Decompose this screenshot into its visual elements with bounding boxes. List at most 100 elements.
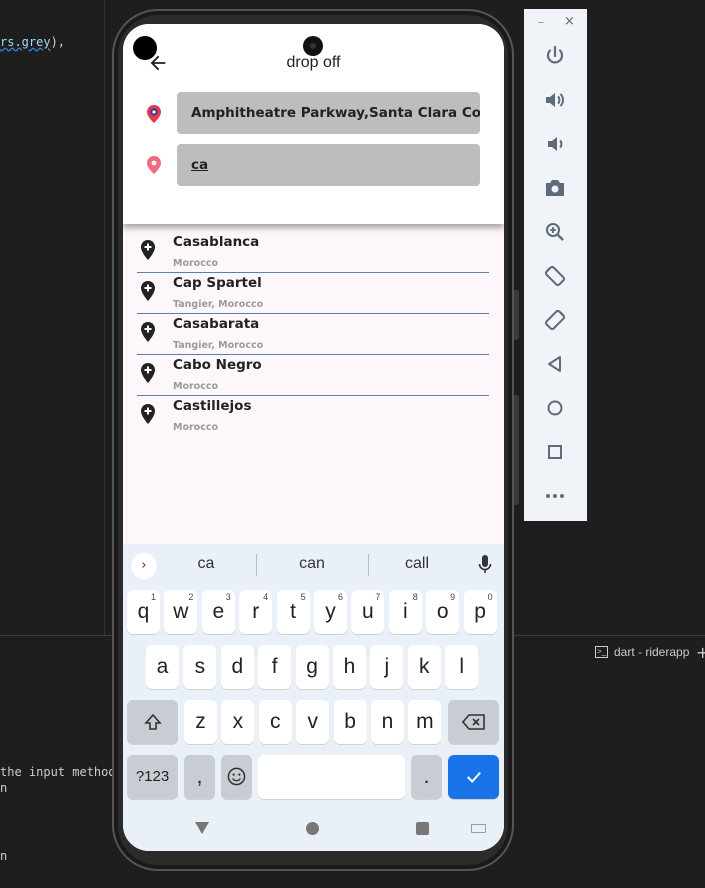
keyboard-switch-icon[interactable] <box>471 824 486 833</box>
key-c[interactable]: c <box>258 700 292 744</box>
key-label: s <box>194 655 206 678</box>
key-w[interactable]: w2 <box>164 590 198 634</box>
key-n[interactable]: n <box>371 700 404 744</box>
key-hint-number: 2 <box>188 592 194 602</box>
nav-back-icon[interactable] <box>195 822 209 834</box>
terminal-tab-label: dart - riderapp <box>614 645 690 659</box>
key-f[interactable]: f <box>258 645 292 689</box>
key-g[interactable]: g <box>295 645 329 689</box>
place-result-item[interactable]: Castillejos Morocco <box>137 396 489 436</box>
code-token: rs.grey <box>0 35 51 49</box>
power-icon[interactable] <box>543 44 567 68</box>
terminal-tab[interactable]: >_ dart - riderapp <box>595 645 689 659</box>
key-q[interactable]: q1 <box>127 590 160 634</box>
suggestion-item[interactable]: call <box>362 555 472 573</box>
backspace-key[interactable] <box>448 700 499 744</box>
terminal-line: n <box>0 849 8 863</box>
rotate-right-icon[interactable] <box>543 308 567 332</box>
volume-up-icon[interactable] <box>543 88 567 112</box>
add-location-icon <box>141 281 155 301</box>
key-hint-number: 5 <box>300 592 306 602</box>
key-label: y <box>325 600 336 623</box>
terminal-icon: >_ <box>595 646 608 658</box>
shift-icon <box>143 713 162 730</box>
place-result-title: Cap Spartel <box>173 275 262 291</box>
key-b[interactable]: b <box>333 700 367 744</box>
nav-recents-icon[interactable] <box>416 822 429 835</box>
emulator-toolbar: – × <box>524 9 587 521</box>
key-label: j <box>384 655 390 678</box>
key-l[interactable]: l <box>445 645 479 689</box>
place-result-item[interactable]: Cabo Negro Morocco <box>137 355 489 396</box>
minimize-button[interactable]: – <box>538 15 544 29</box>
key-v[interactable]: v <box>296 700 330 744</box>
key-label: f <box>271 655 278 678</box>
key-label: c <box>270 710 281 733</box>
key-i[interactable]: i8 <box>388 590 422 634</box>
close-button[interactable]: × <box>564 14 575 29</box>
key-z[interactable]: z <box>184 700 217 744</box>
add-location-icon <box>141 404 155 424</box>
key-label: n <box>381 710 394 733</box>
phone-side-button <box>514 395 519 505</box>
page-title: drop off <box>286 54 341 71</box>
key-e[interactable]: e3 <box>201 590 235 634</box>
key-hint-number: 6 <box>337 592 343 602</box>
key-hint-number: 9 <box>450 592 456 602</box>
volume-down-icon[interactable] <box>543 132 567 156</box>
add-location-icon <box>141 363 155 383</box>
pickup-location-field[interactable]: Amphitheatre Parkway,Santa Clara Co <box>177 92 480 134</box>
key-u[interactable]: u7 <box>351 590 385 634</box>
add-location-icon <box>141 322 155 342</box>
suggestion-item[interactable]: can <box>257 555 367 573</box>
suggestion-item[interactable]: ca <box>151 555 261 573</box>
add-location-icon <box>141 240 155 260</box>
front-camera <box>303 36 323 56</box>
space-key[interactable] <box>258 755 405 799</box>
key-t[interactable]: t5 <box>276 590 310 634</box>
key-label: l <box>459 655 465 678</box>
period-key[interactable]: . <box>411 755 442 799</box>
camera-icon[interactable] <box>543 176 567 200</box>
key-r[interactable]: r4 <box>239 590 273 634</box>
key-s[interactable]: s <box>183 645 217 689</box>
key-d[interactable]: d <box>220 645 254 689</box>
key-hint-number: 4 <box>263 592 269 602</box>
key-k[interactable]: k <box>407 645 441 689</box>
key-a[interactable]: a <box>146 645 179 689</box>
place-result-item[interactable]: Casablanca Morocco <box>137 232 489 273</box>
back-icon[interactable] <box>543 352 567 376</box>
place-result-item[interactable]: Casabarata Tangier, Morocco <box>137 314 489 355</box>
key-h[interactable]: h <box>333 645 366 689</box>
key-o[interactable]: o9 <box>426 590 460 634</box>
rotate-left-icon[interactable] <box>543 264 567 288</box>
shift-key[interactable] <box>127 700 178 744</box>
nav-home-icon[interactable] <box>306 822 319 835</box>
place-result-item[interactable]: Cap Spartel Tangier, Morocco <box>137 273 489 314</box>
key-hint-number: 1 <box>150 592 156 602</box>
home-icon[interactable] <box>543 396 567 420</box>
key-x[interactable]: x <box>221 700 255 744</box>
key-j[interactable]: j <box>370 645 404 689</box>
comma-key[interactable]: , <box>184 755 215 799</box>
key-p[interactable]: p0 <box>463 590 497 634</box>
add-terminal-icon[interactable]: + <box>696 643 705 662</box>
more-icon[interactable] <box>543 484 567 508</box>
key-label: g <box>306 655 318 678</box>
key-label: b <box>344 710 356 733</box>
key-label: q <box>137 600 150 623</box>
symbols-key[interactable]: ?123 <box>127 755 178 799</box>
emoji-key[interactable] <box>221 755 252 799</box>
place-result-subtitle: Tangier, Morocco <box>173 299 264 310</box>
zoom-icon[interactable] <box>543 220 567 244</box>
key-label: u <box>362 600 374 623</box>
place-result-title: Castillejos <box>173 398 252 414</box>
overview-icon[interactable] <box>543 440 567 464</box>
pickup-location-value: Amphitheatre Parkway,Santa Clara Co <box>191 105 480 121</box>
key-label: k <box>419 655 430 678</box>
dropoff-search-input[interactable]: ca <box>177 144 480 186</box>
key-y[interactable]: y6 <box>314 590 347 634</box>
enter-key[interactable] <box>448 755 499 799</box>
key-m[interactable]: m <box>408 700 442 744</box>
microphone-icon[interactable] <box>478 555 492 575</box>
